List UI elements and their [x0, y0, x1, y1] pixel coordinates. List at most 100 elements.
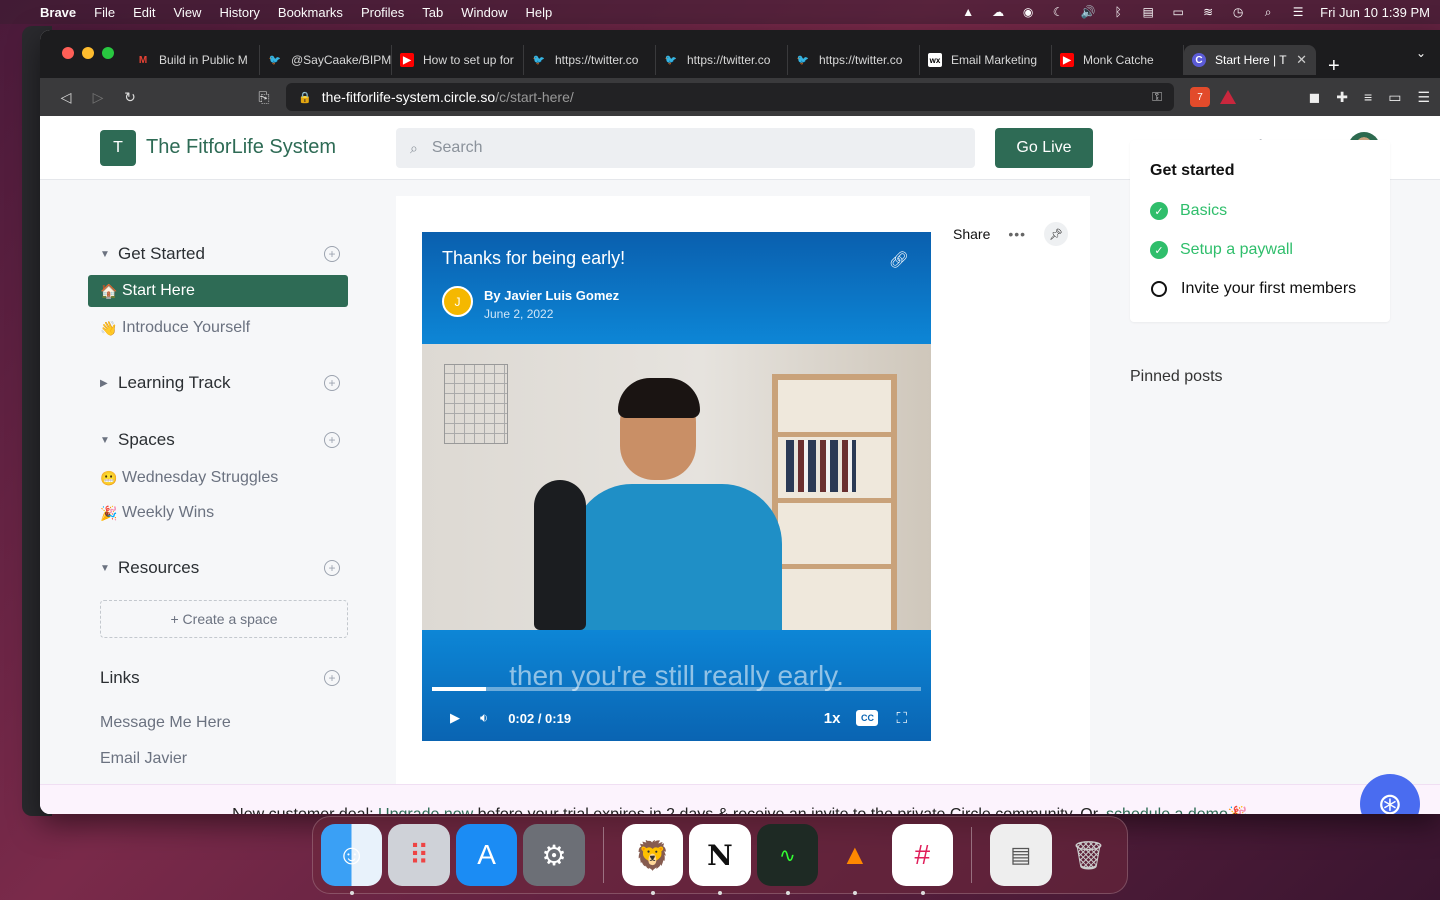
flag-icon[interactable]: ▤ — [1140, 5, 1156, 19]
activity-monitor-icon[interactable]: ∿ — [756, 824, 819, 895]
menu-help[interactable]: Help — [526, 5, 553, 20]
menu-file[interactable]: File — [94, 5, 115, 20]
browser-tab[interactable]: 🐦 https://twitter.co — [656, 45, 788, 75]
minimize-window-button[interactable] — [82, 47, 94, 59]
volume-icon[interactable]: 🔊 — [1080, 5, 1096, 19]
menu-tab[interactable]: Tab — [422, 5, 443, 20]
add-space-icon[interactable]: + — [324, 432, 340, 448]
section-spaces[interactable]: ▼ Spaces + — [100, 430, 340, 450]
menu-app-name[interactable]: Brave — [40, 5, 76, 20]
battery-icon[interactable]: ▭ — [1170, 5, 1186, 19]
menu-history[interactable]: History — [219, 5, 259, 20]
sidebar-item-weekly-wins[interactable]: 🎉 Weekly Wins — [88, 497, 348, 529]
pin-icon[interactable]: 📌︎ — [1044, 222, 1069, 246]
close-window-button[interactable] — [62, 47, 74, 59]
checklist-paywall[interactable]: ✓ Setup a paywall — [1150, 241, 1293, 259]
play-icon[interactable]: ▶ — [450, 710, 460, 726]
schedule-demo-link[interactable]: schedule a demo — [1106, 806, 1228, 815]
launchpad-icon[interactable]: ⠿ — [388, 824, 450, 886]
add-link-icon[interactable]: + — [324, 670, 340, 686]
community-logo[interactable]: T — [100, 130, 136, 166]
add-space-icon[interactable]: + — [324, 560, 340, 576]
forward-button[interactable]: ▷ — [82, 89, 114, 106]
sidebar-item-wednesday[interactable]: 😬 Wednesday Struggles — [88, 462, 348, 494]
chevron-down-icon[interactable]: ⌄ — [1416, 46, 1426, 60]
link-email-javier[interactable]: Email Javier — [100, 750, 187, 768]
upgrade-now-link[interactable]: Upgrade now — [378, 806, 473, 815]
menu-view[interactable]: View — [174, 5, 202, 20]
search-input[interactable]: ⌕ Search — [396, 128, 975, 168]
zoom-window-button[interactable] — [102, 47, 114, 59]
section-get-started[interactable]: ▼ Get Started + — [100, 244, 340, 264]
help-lifebuoy-button[interactable]: ⊛ — [1360, 774, 1420, 814]
section-learning-track[interactable]: ▶ Learning Track + — [100, 373, 340, 393]
play-circle-icon[interactable]: ◉ — [1020, 5, 1036, 19]
checklist-basics[interactable]: ✓ Basics — [1150, 202, 1227, 220]
system-preferences-icon[interactable]: ⚙ — [523, 824, 585, 886]
playlist-icon[interactable]: ≡ — [1364, 89, 1372, 106]
sidebar-item-start-here[interactable]: 🏠 Start Here — [88, 275, 348, 307]
browser-tab[interactable]: ▶ Monk Catche — [1052, 45, 1184, 75]
vlc-icon[interactable]: ▲ — [824, 824, 885, 895]
captions-button[interactable]: CC — [856, 710, 879, 726]
menu-bookmarks[interactable]: Bookmarks — [278, 5, 343, 20]
menubar-clock[interactable]: Fri Jun 10 1:39 PM — [1320, 5, 1430, 20]
new-tab-button[interactable]: + — [1328, 55, 1340, 78]
sidebar-item-introduce[interactable]: 👋 Introduce Yourself — [88, 312, 348, 344]
video-player[interactable]: Thanks for being early! 🔗︎ J By Javier L… — [422, 232, 931, 741]
playback-speed-button[interactable]: 1x — [824, 710, 841, 727]
brave-icon[interactable]: 🦁 — [621, 824, 684, 895]
browser-tab[interactable]: wx Email Marketing — [920, 45, 1052, 75]
share-button[interactable]: Share — [953, 226, 990, 242]
spotlight-icon[interactable]: ⌕ — [1260, 5, 1276, 19]
wallet-icon[interactable]: ▭ — [1388, 89, 1401, 106]
add-space-icon[interactable]: + — [324, 375, 340, 391]
app-store-icon[interactable]: A — [455, 824, 518, 886]
create-space-button[interactable]: + Create a space — [100, 600, 348, 638]
add-space-icon[interactable]: + — [324, 246, 340, 262]
browser-tab[interactable]: ▶ How to set up for — [392, 45, 524, 75]
browser-tab-active[interactable]: C Start Here | T ✕ — [1184, 45, 1316, 75]
section-links[interactable]: Links + — [100, 668, 340, 688]
community-name[interactable]: The FitforLife System — [146, 136, 336, 159]
vlc-menu-icon[interactable]: ▲ — [960, 5, 976, 19]
section-resources[interactable]: ▼ Resources + — [100, 558, 340, 578]
brave-rewards-icon[interactable] — [1220, 90, 1236, 104]
notion-icon[interactable]: N — [689, 824, 751, 895]
browser-tab[interactable]: 🐦 https://twitter.co — [788, 45, 920, 75]
extension-icon[interactable]: ◼ — [1309, 89, 1321, 106]
trash-icon[interactable]: 🗑 — [1058, 824, 1119, 886]
bookmark-icon[interactable]: ⎘ — [248, 89, 280, 106]
cloud-icon[interactable]: ☁ — [990, 5, 1006, 19]
go-live-button[interactable]: Go Live — [995, 128, 1093, 168]
menu-edit[interactable]: Edit — [133, 5, 155, 20]
menu-icon[interactable]: ☰ — [1417, 89, 1430, 106]
more-options-icon[interactable]: ••• — [1008, 226, 1026, 242]
link-icon[interactable]: 🔗︎ — [889, 250, 909, 270]
menu-window[interactable]: Window — [461, 5, 507, 20]
fullscreen-icon[interactable]: ⛶ — [896, 710, 907, 727]
brave-shield-icon[interactable]: 7 — [1190, 87, 1210, 107]
time-machine-icon[interactable]: ◷ — [1230, 5, 1246, 19]
back-button[interactable]: ◁ — [50, 89, 82, 106]
checklist-invite[interactable]: Invite your first members — [1150, 280, 1356, 298]
browser-tab[interactable]: 🐦 https://twitter.co — [524, 45, 656, 75]
slack-icon[interactable]: # — [891, 824, 954, 895]
address-bar[interactable]: 🔒 the-fitforlife-system.circle.so/c/star… — [286, 83, 1174, 111]
moon-icon[interactable]: ☾ — [1050, 5, 1066, 19]
browser-tab[interactable]: M Build in Public M — [128, 45, 260, 75]
control-center-icon[interactable]: ☰ — [1290, 5, 1306, 19]
key-icon[interactable]: ⚿ — [1152, 89, 1162, 105]
menu-profiles[interactable]: Profiles — [361, 5, 404, 20]
bluetooth-icon[interactable]: ᛒ — [1110, 5, 1126, 19]
reload-button[interactable]: ↻ — [114, 89, 146, 106]
volume-icon[interactable]: 🔉︎ — [480, 710, 488, 726]
preview-icon[interactable]: ▤ — [990, 824, 1052, 886]
link-message-me[interactable]: Message Me Here — [100, 714, 231, 732]
puzzle-icon[interactable]: ✚ — [1336, 89, 1348, 106]
browser-tab[interactable]: 🐦 @SayCaake/BIPM — [260, 45, 392, 75]
close-tab-icon[interactable]: ✕ — [1296, 52, 1307, 68]
finder-icon[interactable]: ☺ — [321, 824, 383, 895]
video-progress-bar[interactable] — [432, 687, 921, 691]
wifi-icon[interactable]: ≋ — [1200, 5, 1216, 19]
